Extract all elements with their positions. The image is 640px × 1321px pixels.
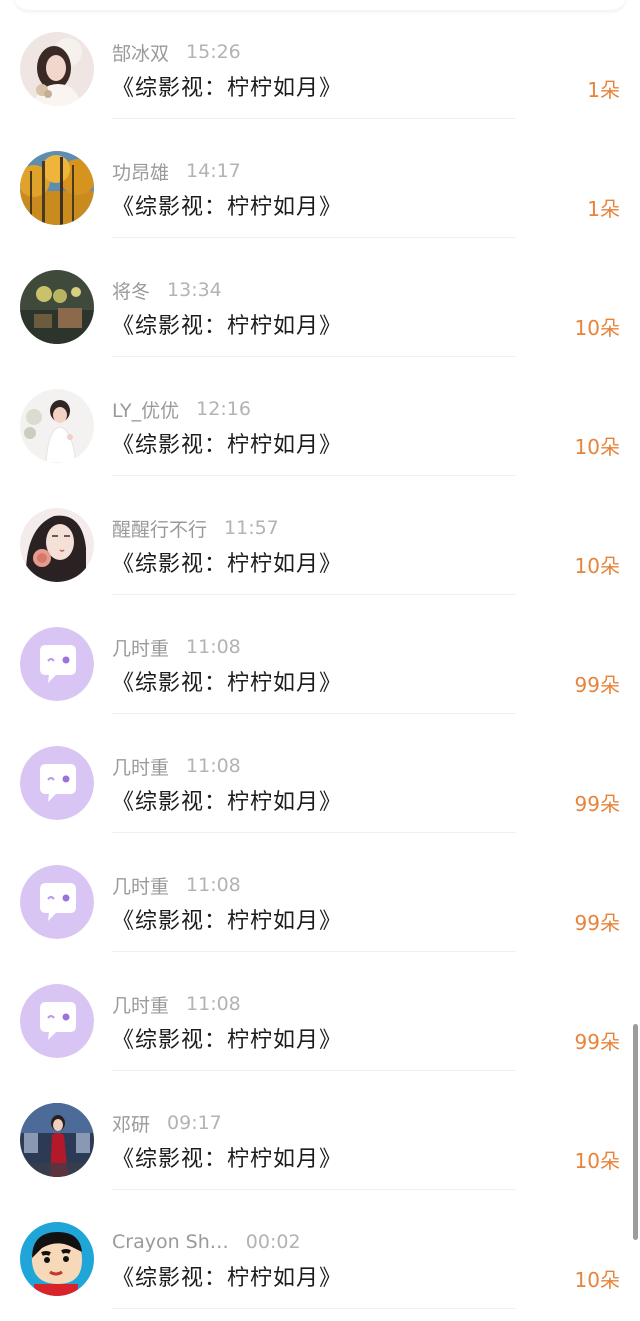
scrollbar[interactable] bbox=[633, 1024, 638, 1240]
book-title[interactable]: 《综影视：柠柠如月》 bbox=[112, 427, 342, 459]
gift-row[interactable]: LY_优优 12:16 《综影视：柠柠如月》 10朵 bbox=[0, 357, 640, 476]
book-title[interactable]: 《综影视：柠柠如月》 bbox=[112, 546, 342, 578]
sender-name[interactable]: 几时重 bbox=[112, 753, 169, 780]
default-chat-avatar[interactable] bbox=[20, 984, 94, 1058]
flower-amount: 10朵 bbox=[574, 554, 620, 578]
gift-time: 00:02 bbox=[245, 1231, 301, 1253]
still-life-avatar[interactable] bbox=[20, 270, 94, 344]
sender-meta: 几时重 11:08 bbox=[112, 990, 241, 1018]
book-title[interactable]: 《综影视：柠柠如月》 bbox=[112, 784, 342, 816]
gift-row[interactable]: 几时重 11:08 《综影视：柠柠如月》 99朵 bbox=[0, 833, 640, 952]
sender-meta: 几时重 11:08 bbox=[112, 871, 241, 899]
sender-name[interactable]: Crayon Sh… bbox=[112, 1231, 229, 1253]
book-title[interactable]: 《综影视：柠柠如月》 bbox=[112, 1260, 342, 1292]
flower-amount: 99朵 bbox=[574, 792, 620, 816]
row-divider bbox=[112, 1308, 516, 1309]
sender-name[interactable]: LY_优优 bbox=[112, 396, 179, 423]
flower-amount: 99朵 bbox=[574, 1030, 620, 1054]
sender-meta: 将冬 13:34 bbox=[112, 276, 222, 304]
gift-row[interactable]: 功昂雄 14:17 《综影视：柠柠如月》 1朵 bbox=[0, 119, 640, 238]
flower-amount: 1朵 bbox=[587, 78, 620, 102]
sender-meta: 郜冰双 15:26 bbox=[112, 38, 241, 66]
portrait-avatar[interactable] bbox=[20, 32, 94, 106]
gift-row[interactable]: 几时重 11:08 《综影视：柠柠如月》 99朵 bbox=[0, 714, 640, 833]
gift-time: 13:34 bbox=[167, 279, 222, 301]
sender-name[interactable]: 几时重 bbox=[112, 634, 169, 661]
gift-time: 15:26 bbox=[186, 41, 241, 63]
sender-meta: 几时重 11:08 bbox=[112, 633, 241, 661]
gift-time: 12:16 bbox=[196, 398, 251, 420]
flower-amount: 1朵 bbox=[587, 197, 620, 221]
gift-row[interactable]: Crayon Sh… 00:02 《综影视：柠柠如月》 10朵 bbox=[0, 1190, 640, 1309]
flower-amount: 10朵 bbox=[574, 1268, 620, 1292]
book-title[interactable]: 《综影视：柠柠如月》 bbox=[112, 665, 342, 697]
sender-name[interactable]: 功昂雄 bbox=[112, 158, 169, 185]
gift-time: 11:08 bbox=[186, 636, 241, 658]
flower-amount: 10朵 bbox=[574, 435, 620, 459]
book-title[interactable]: 《综影视：柠柠如月》 bbox=[112, 308, 342, 340]
flower-amount: 99朵 bbox=[574, 911, 620, 935]
illustrated-girl-avatar[interactable] bbox=[20, 508, 94, 582]
gift-time: 11:08 bbox=[186, 993, 241, 1015]
gift-row[interactable]: 邓研 09:17 《综影视：柠柠如月》 10朵 bbox=[0, 1071, 640, 1190]
gift-time: 11:08 bbox=[186, 755, 241, 777]
flower-amount: 10朵 bbox=[574, 1149, 620, 1173]
child-portrait-avatar[interactable] bbox=[20, 389, 94, 463]
sender-name[interactable]: 郜冰双 bbox=[112, 39, 169, 66]
sender-name[interactable]: 几时重 bbox=[112, 872, 169, 899]
autumn-forest-avatar[interactable] bbox=[20, 151, 94, 225]
sender-name[interactable]: 醒醒行不行 bbox=[112, 515, 207, 542]
gift-records-page: 郜冰双 15:26 《综影视：柠柠如月》 1朵 功昂雄 14:17 《综影视：柠… bbox=[0, 0, 640, 1321]
sender-name[interactable]: 邓研 bbox=[112, 1110, 150, 1137]
gift-time: 11:57 bbox=[224, 517, 279, 539]
book-title[interactable]: 《综影视：柠柠如月》 bbox=[112, 1141, 342, 1173]
book-title[interactable]: 《综影视：柠柠如月》 bbox=[112, 189, 342, 221]
sender-meta: Crayon Sh… 00:02 bbox=[112, 1228, 301, 1256]
gift-time: 14:17 bbox=[186, 160, 241, 182]
gift-time: 11:08 bbox=[186, 874, 241, 896]
sender-meta: LY_优优 12:16 bbox=[112, 395, 251, 423]
gift-row[interactable]: 将冬 13:34 《综影视：柠柠如月》 10朵 bbox=[0, 238, 640, 357]
gift-row[interactable]: 几时重 11:08 《综影视：柠柠如月》 99朵 bbox=[0, 952, 640, 1071]
sender-meta: 功昂雄 14:17 bbox=[112, 157, 241, 185]
gift-row[interactable]: 醒醒行不行 11:57 《综影视：柠柠如月》 10朵 bbox=[0, 476, 640, 595]
default-chat-avatar[interactable] bbox=[20, 627, 94, 701]
sender-name[interactable]: 几时重 bbox=[112, 991, 169, 1018]
sender-meta: 醒醒行不行 11:57 bbox=[112, 514, 279, 542]
sender-name[interactable]: 将冬 bbox=[112, 277, 150, 304]
gift-row[interactable]: 郜冰双 15:26 《综影视：柠柠如月》 1朵 bbox=[0, 0, 640, 119]
flower-amount: 99朵 bbox=[574, 673, 620, 697]
gift-time: 09:17 bbox=[167, 1112, 222, 1134]
book-title[interactable]: 《综影视：柠柠如月》 bbox=[112, 70, 342, 102]
default-chat-avatar[interactable] bbox=[20, 865, 94, 939]
book-title[interactable]: 《综影视：柠柠如月》 bbox=[112, 903, 342, 935]
default-chat-avatar[interactable] bbox=[20, 746, 94, 820]
cartoon-avatar[interactable] bbox=[20, 1222, 94, 1296]
gift-row[interactable]: 几时重 11:08 《综影视：柠柠如月》 99朵 bbox=[0, 595, 640, 714]
sender-meta: 几时重 11:08 bbox=[112, 752, 241, 780]
red-dress-avatar[interactable] bbox=[20, 1103, 94, 1177]
sender-meta: 邓研 09:17 bbox=[112, 1109, 222, 1137]
flower-amount: 10朵 bbox=[574, 316, 620, 340]
book-title[interactable]: 《综影视：柠柠如月》 bbox=[112, 1022, 342, 1054]
